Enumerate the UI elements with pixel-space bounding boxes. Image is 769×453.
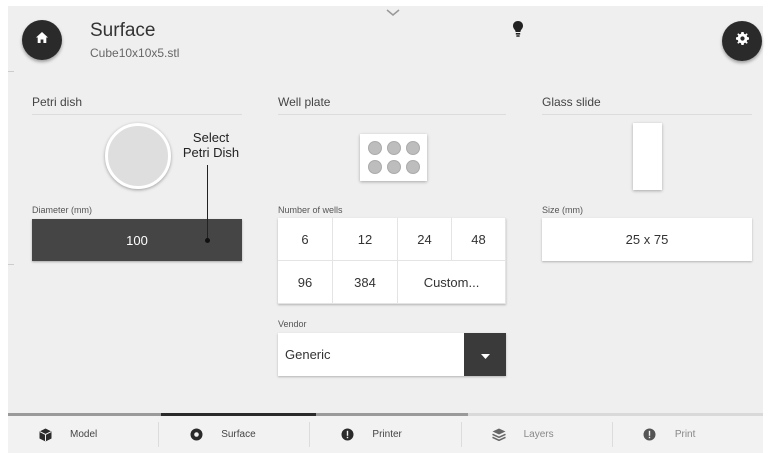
- alert-icon: [340, 428, 354, 442]
- well-dot: [367, 160, 382, 174]
- wells-option-custom[interactable]: Custom...: [398, 261, 506, 304]
- number-of-wells-label: Number of wells: [278, 205, 343, 215]
- cube-icon: [38, 428, 52, 442]
- home-icon: [35, 31, 49, 49]
- nav-item-print[interactable]: Print: [613, 422, 763, 447]
- nav-item-layers[interactable]: Layers: [462, 422, 613, 447]
- home-button[interactable]: [22, 20, 62, 60]
- nav-label: Printer: [372, 429, 402, 440]
- wells-option-24[interactable]: 24: [398, 218, 452, 261]
- nav-item-model[interactable]: Model: [8, 422, 160, 447]
- settings-button[interactable]: [722, 21, 762, 61]
- caret-down-icon: [480, 346, 490, 364]
- vendor-label: Vendor: [278, 319, 307, 329]
- size-label: Size (mm): [542, 205, 583, 215]
- glass-slide-image[interactable]: [633, 123, 662, 190]
- nav-label: Print: [674, 429, 696, 440]
- lightbulb-icon[interactable]: [512, 20, 524, 43]
- vendor-value: Generic: [285, 347, 331, 362]
- wells-option-96[interactable]: 96: [278, 261, 333, 304]
- vendor-select[interactable]: Generic: [278, 333, 506, 376]
- wells-option-48[interactable]: 48: [452, 218, 506, 261]
- nav-item-surface[interactable]: Surface: [159, 422, 311, 447]
- nav-item-printer[interactable]: Printer: [310, 422, 462, 447]
- file-name: Cube10x10x5.stl: [90, 46, 180, 60]
- alert-icon: [643, 428, 657, 442]
- wells-option-grid: 6 12 24 48 96 384 Custom...: [278, 218, 506, 304]
- edge-marker: [8, 264, 14, 265]
- annotation-pointer-line: [207, 165, 208, 241]
- diameter-field[interactable]: 100: [32, 219, 242, 261]
- nav-label: Model: [70, 429, 98, 440]
- annotation-line-1: Select: [192, 130, 230, 145]
- well-dot: [405, 160, 420, 174]
- nav-label: Surface: [221, 429, 256, 440]
- annotation-callout: Select Petri Dish: [176, 130, 246, 160]
- annotation-line-2: Petri Dish: [182, 145, 240, 160]
- petri-dish-image[interactable]: [105, 123, 171, 189]
- layers-icon: [491, 428, 506, 442]
- well-plate-image[interactable]: [360, 134, 427, 181]
- wells-option-384[interactable]: 384: [333, 261, 398, 304]
- chevron-down-icon[interactable]: [385, 6, 401, 20]
- annotation-pointer-dot: [205, 238, 210, 243]
- target-icon: [189, 428, 203, 442]
- page-title: Surface: [90, 20, 156, 41]
- gear-icon: [735, 32, 749, 50]
- well-dot: [367, 141, 382, 155]
- diameter-label: Diameter (mm): [32, 205, 92, 215]
- wells-option-12[interactable]: 12: [333, 218, 398, 261]
- well-dot: [405, 141, 420, 155]
- size-field[interactable]: 25 x 75: [542, 218, 752, 261]
- nav-label: Layers: [523, 429, 554, 440]
- wells-option-6[interactable]: 6: [278, 218, 333, 261]
- size-value: 25 x 75: [625, 232, 669, 247]
- well-dot: [386, 141, 401, 155]
- dropdown-button[interactable]: [464, 333, 506, 376]
- edge-marker: [8, 71, 14, 72]
- petri-dish-heading: Petri dish: [32, 95, 242, 115]
- glass-slide-heading: Glass slide: [542, 95, 752, 115]
- well-plate-heading: Well plate: [278, 95, 506, 115]
- app-window: Surface Cube10x10x5.stl Petri dish Diame…: [8, 6, 763, 453]
- well-dot: [386, 160, 401, 174]
- diameter-value: 100: [126, 232, 148, 248]
- bottom-navigation: Model Surface Printer Layers Print: [8, 416, 763, 453]
